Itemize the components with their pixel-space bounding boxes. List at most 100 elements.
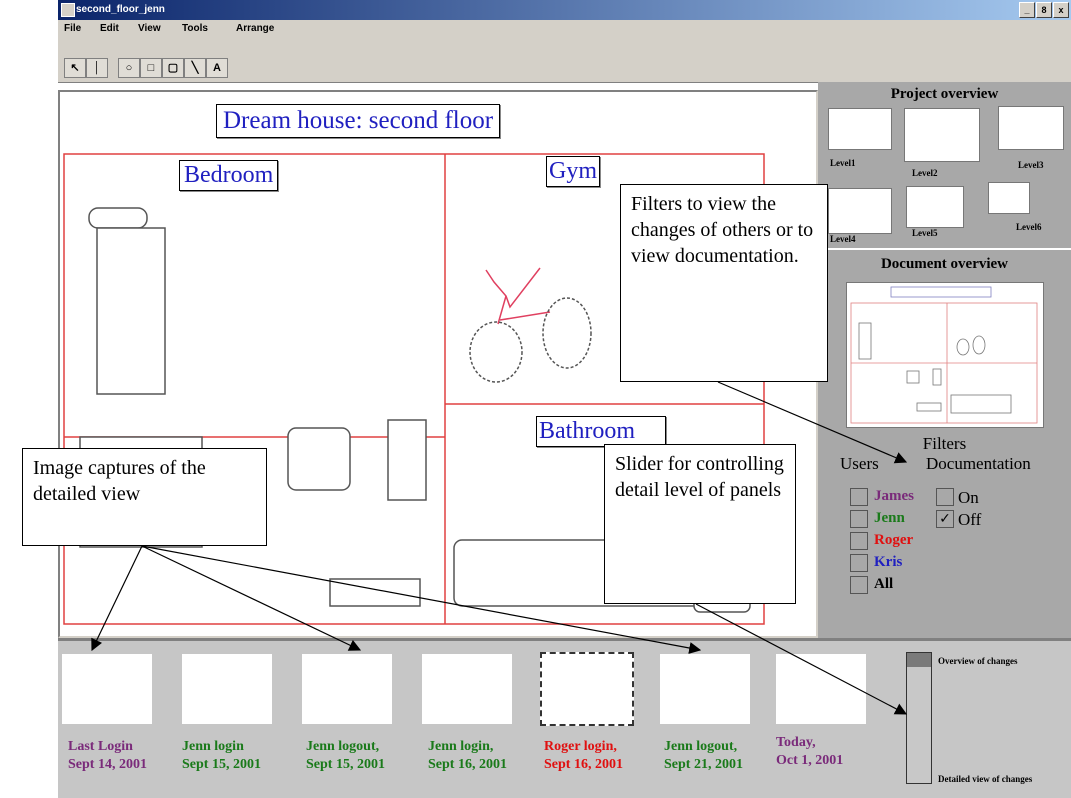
documentation-off-label: Off — [958, 510, 982, 529]
line-tool-icon[interactable]: ╲ — [184, 58, 206, 78]
menu-edit[interactable]: Edit — [100, 23, 119, 34]
project-overview-title: Project overview — [890, 86, 999, 102]
level5-label: Level5 — [912, 228, 938, 238]
level2-label: Level2 — [912, 168, 938, 178]
documentation-label: Documentation — [926, 454, 1031, 473]
close-button[interactable]: x — [1053, 2, 1069, 18]
level4-label: Level4 — [830, 234, 856, 244]
callout-filters: Filters to view the changes of others or… — [620, 184, 828, 382]
detail-slider-thumb[interactable] — [907, 653, 931, 667]
bike-bar — [499, 311, 551, 321]
user-label-kris: Kris — [874, 554, 903, 570]
history-capture-7[interactable] — [776, 654, 866, 724]
gym-label[interactable]: Gym — [546, 156, 600, 187]
history-label-2-line1: Jenn login — [182, 739, 244, 754]
user-label-james: James — [874, 488, 914, 504]
minimize-button[interactable]: _ — [1019, 2, 1035, 18]
rounded-rect-tool-icon[interactable]: ▢ — [162, 58, 184, 78]
history-label-3-line2: Sept 15, 2001 — [306, 757, 385, 772]
history-label-3: Jenn logout, Sept 15, 2001 — [306, 738, 385, 774]
user-label-roger: Roger — [874, 532, 914, 548]
history-label-7-line1: Today, — [776, 735, 816, 750]
history-label-1-line1: Last Login — [68, 739, 133, 754]
documentation-on-label: On — [958, 488, 979, 507]
history-label-4-line2: Sept 16, 2001 — [428, 757, 507, 772]
maximize-button[interactable]: 8 — [1036, 2, 1052, 18]
history-label-4-line1: Jenn login, — [428, 739, 494, 754]
side-panel: Project overview Level1 Level2 Level3 Le… — [818, 82, 1071, 638]
history-label-1-line2: Sept 14, 2001 — [68, 757, 147, 772]
level4-thumbnail[interactable] — [828, 188, 892, 234]
text-tool-icon[interactable]: A — [206, 58, 228, 78]
history-label-6-line1: Jenn logout, — [664, 739, 738, 754]
history-label-5: Roger login, Sept 16, 2001 — [544, 738, 623, 774]
history-capture-6[interactable] — [660, 654, 750, 724]
bedroom-label[interactable]: Bedroom — [179, 160, 279, 191]
user-checkbox-jenn[interactable] — [850, 510, 868, 528]
callout-slider: Slider for controlling detail level of p… — [604, 444, 796, 604]
level1-thumbnail[interactable] — [828, 108, 892, 150]
cabinet — [387, 419, 427, 501]
history-label-2: Jenn login Sept 15, 2001 — [182, 738, 261, 774]
app-icon — [61, 3, 75, 17]
level3-thumbnail[interactable] — [998, 106, 1064, 150]
bike-wheel-front — [469, 321, 523, 383]
documentation-off-checkbox[interactable]: ✓ — [936, 510, 954, 528]
documentation-on-checkbox[interactable] — [936, 488, 954, 506]
chair — [287, 427, 351, 491]
history-label-4: Jenn login, Sept 16, 2001 — [428, 738, 507, 774]
bed — [96, 227, 166, 395]
menu-bar: File Edit View Tools Arrange — [58, 20, 1071, 38]
line-cursor-icon[interactable]: │ — [86, 58, 108, 78]
history-label-5-line1: Roger login, — [544, 739, 617, 754]
user-checkbox-all[interactable] — [850, 576, 868, 594]
bathroom-label[interactable]: Bathroom — [536, 416, 666, 447]
history-label-6-line2: Sept 21, 2001 — [664, 757, 743, 772]
history-capture-5[interactable] — [540, 652, 634, 726]
menu-arrange[interactable]: Arrange — [236, 23, 274, 34]
history-label-6: Jenn logout, Sept 21, 2001 — [664, 738, 743, 774]
history-capture-2[interactable] — [182, 654, 272, 724]
history-capture-4[interactable] — [422, 654, 512, 724]
menu-tools[interactable]: Tools — [182, 23, 208, 34]
ellipse-tool-icon[interactable]: ○ — [118, 58, 140, 78]
callout-captures: Image captures of the detailed view — [22, 448, 267, 546]
user-label-jenn: Jenn — [874, 510, 905, 526]
menu-view[interactable]: View — [138, 23, 161, 34]
user-checkbox-roger[interactable] — [850, 532, 868, 550]
history-label-7: Today, Oct 1, 2001 — [776, 734, 843, 770]
level2-thumbnail[interactable] — [904, 108, 980, 162]
panel-divider — [818, 248, 1071, 250]
document-overview-title: Document overview — [880, 256, 1009, 272]
user-checkbox-james[interactable] — [850, 488, 868, 506]
history-capture-3[interactable] — [302, 654, 392, 724]
user-label-all: All — [874, 576, 894, 592]
history-label-3-line1: Jenn logout, — [306, 739, 380, 754]
history-label-7-line2: Oct 1, 2001 — [776, 753, 844, 768]
document-overview-thumbnail[interactable] — [846, 282, 1044, 428]
menu-file[interactable]: File — [64, 23, 81, 34]
level6-label: Level6 — [1016, 222, 1042, 232]
history-label-2-line2: Sept 15, 2001 — [182, 757, 261, 772]
window-titlebar: second_floor_jenn _ 8 x — [58, 0, 1071, 20]
rectangle-tool-icon[interactable]: □ — [140, 58, 162, 78]
canvas-title[interactable]: Dream house: second floor — [216, 104, 501, 138]
slider-bottom-label: Detailed view of changes — [938, 774, 1033, 784]
history-capture-1[interactable] — [62, 654, 152, 724]
level3-label: Level3 — [1018, 160, 1044, 170]
select-arrow-icon[interactable]: ↖ — [64, 58, 86, 78]
bike-wheel-back — [542, 297, 592, 369]
detail-slider-track[interactable] — [906, 652, 932, 784]
window-title: second_floor_jenn — [76, 4, 165, 15]
level6-thumbnail[interactable] — [988, 182, 1030, 214]
user-checkbox-kris[interactable] — [850, 554, 868, 572]
vanity — [329, 578, 421, 607]
bed-pillow — [88, 207, 148, 229]
level5-thumbnail[interactable] — [906, 186, 964, 228]
slider-top-label: Overview of changes — [938, 656, 1018, 666]
level1-label: Level1 — [830, 158, 856, 168]
history-label-1: Last Login Sept 14, 2001 — [68, 738, 147, 774]
history-label-5-line2: Sept 16, 2001 — [544, 757, 623, 772]
bike-handlebar — [485, 267, 541, 309]
users-label: Users — [840, 454, 879, 473]
